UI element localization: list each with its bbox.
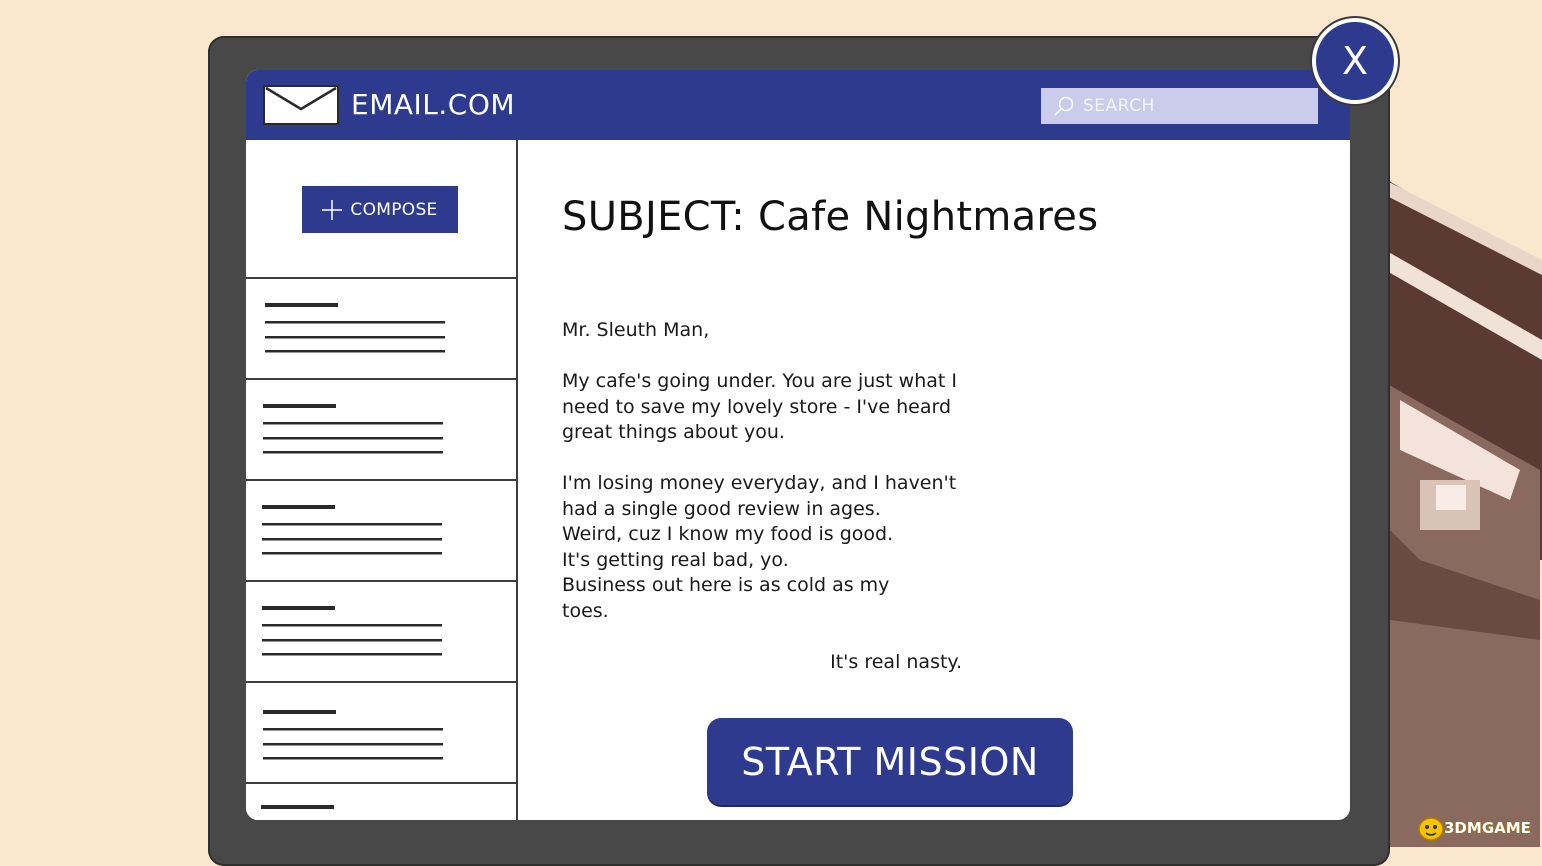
email-body: Mr. Sleuth Man, My cafe's going under. Y… bbox=[562, 318, 962, 701]
message-preview-lines-icon bbox=[262, 505, 442, 555]
watermark-text: 3DMGAME bbox=[1444, 819, 1531, 837]
message-preview-lines-icon bbox=[261, 805, 334, 809]
message-preview-lines-icon bbox=[263, 710, 443, 760]
email-line: great things about you. bbox=[562, 421, 785, 443]
site-title: EMAIL.COM bbox=[351, 88, 516, 121]
email-signoff: It's real nasty. bbox=[830, 650, 962, 673]
plus-icon bbox=[322, 199, 343, 220]
email-line: It's getting real bad, yo. bbox=[562, 548, 789, 571]
inbox-sidebar: COMPOSE bbox=[246, 140, 518, 820]
email-reader: SUBJECT: Cafe Nightmares Mr. Sleuth Man,… bbox=[518, 140, 1350, 820]
email-line: I'm losing money everyday, and I haven't bbox=[562, 472, 957, 494]
search-icon bbox=[1054, 96, 1074, 116]
email-greeting: Mr. Sleuth Man, bbox=[562, 319, 710, 341]
email-line: Weird, cuz I know my food is good. bbox=[562, 523, 894, 545]
email-paragraph: My cafe's going under. You are just what… bbox=[562, 369, 962, 446]
app-header: EMAIL.COM bbox=[246, 70, 1350, 140]
watermark-mascot-icon bbox=[1418, 817, 1444, 841]
message-preview-lines-icon bbox=[262, 606, 442, 656]
start-mission-button[interactable]: START MISSION bbox=[707, 718, 1073, 805]
search-input[interactable] bbox=[1083, 88, 1308, 124]
mail-list-item[interactable] bbox=[246, 481, 516, 582]
compose-label: COMPOSE bbox=[350, 199, 438, 220]
email-line: toes. bbox=[562, 599, 609, 622]
email-line: Business out here is as cold as my bbox=[562, 574, 890, 596]
message-preview-lines-icon bbox=[265, 303, 445, 353]
email-paragraph: I'm losing money everyday, and I haven't… bbox=[562, 471, 962, 624]
watermark-logo: 3DMGAME bbox=[1416, 813, 1538, 843]
email-line: need to save my lovely store - I've hear… bbox=[562, 395, 952, 418]
close-button[interactable]: X bbox=[1312, 18, 1398, 104]
mail-list bbox=[246, 279, 516, 820]
mail-list-item[interactable] bbox=[246, 279, 516, 380]
compose-area: COMPOSE bbox=[246, 140, 516, 279]
email-subject: SUBJECT: Cafe Nightmares bbox=[562, 194, 1099, 240]
message-preview-lines-icon bbox=[263, 404, 443, 454]
mail-list-item[interactable] bbox=[246, 683, 516, 784]
mail-list-item[interactable] bbox=[246, 784, 516, 820]
compose-button[interactable]: COMPOSE bbox=[302, 186, 458, 233]
envelope-icon bbox=[263, 85, 339, 125]
mail-list-item[interactable] bbox=[246, 582, 516, 683]
search-box[interactable] bbox=[1041, 88, 1318, 124]
mail-list-item[interactable] bbox=[246, 380, 516, 481]
email-line: had a single good review in ages. bbox=[562, 497, 881, 520]
email-app-window: EMAIL.COM COMPOSE bbox=[246, 70, 1350, 820]
email-line: My cafe's going under. You are just what… bbox=[562, 370, 957, 392]
